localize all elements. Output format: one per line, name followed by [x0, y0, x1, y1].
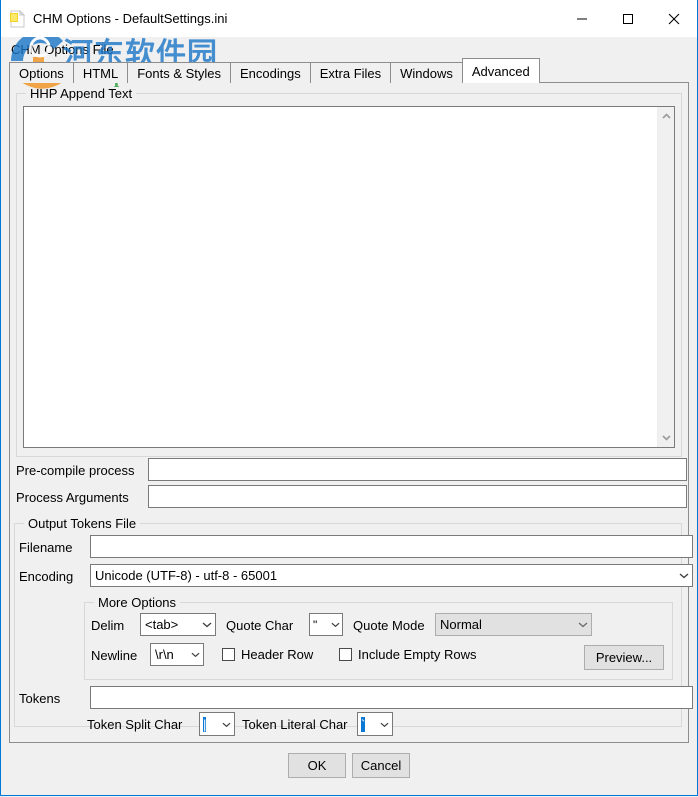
- tab-windows[interactable]: Windows: [390, 62, 463, 83]
- close-button[interactable]: [651, 0, 697, 37]
- chm-document-icon: [9, 9, 27, 28]
- quote-mode-combobox[interactable]: Normal: [435, 613, 592, 636]
- client-area: CHM Options File 河东软件园 www.pc0359.cn Opt…: [1, 31, 697, 795]
- filename-label: Filename: [19, 540, 73, 555]
- tab-strip: Options HTML Fonts & Styles Encodings Ex…: [9, 58, 689, 83]
- hhp-append-text-memo-container: [23, 106, 675, 448]
- tab-advanced[interactable]: Advanced: [461, 58, 540, 83]
- group-title-output-tokens: Output Tokens File: [24, 516, 141, 531]
- memo-vertical-scrollbar[interactable]: [657, 107, 674, 447]
- group-output-tokens-file: Output Tokens File Filename Encoding Uni…: [14, 516, 693, 727]
- newline-value: \r\n: [155, 647, 174, 662]
- tab-label: Windows: [400, 65, 453, 81]
- chevron-down-icon[interactable]: [188, 651, 203, 658]
- chevron-down-icon[interactable]: [198, 621, 215, 628]
- filename-input[interactable]: [90, 535, 693, 558]
- group-more-options: More Options Delim <tab> Quote Char " Qu…: [84, 595, 673, 680]
- process-arguments-label: Process Arguments: [16, 490, 129, 505]
- chevron-down-icon[interactable]: [658, 429, 675, 446]
- delim-value: <tab>: [145, 617, 179, 632]
- token-split-char-label: Token Split Char: [87, 717, 183, 732]
- preview-button[interactable]: Preview...: [584, 645, 664, 670]
- window-title: CHM Options - DefaultSettings.ini: [33, 11, 228, 26]
- token-split-char-value: |: [203, 716, 207, 732]
- tab-label: HTML: [82, 65, 119, 81]
- tab-label: Encodings: [240, 65, 301, 81]
- token-literal-char-value: `: [361, 716, 366, 732]
- hhp-append-text-memo[interactable]: [24, 107, 657, 447]
- token-literal-char-label: Token Literal Char: [242, 717, 348, 732]
- newline-combobox[interactable]: \r\n: [150, 643, 204, 666]
- cancel-button[interactable]: Cancel: [352, 753, 410, 778]
- precompile-process-input[interactable]: [148, 458, 687, 481]
- tab-label: Extra Files: [319, 65, 382, 81]
- tab-label: Fonts & Styles: [137, 65, 222, 81]
- tab-extra-files[interactable]: Extra Files: [309, 62, 392, 83]
- include-empty-rows-checkbox[interactable]: [339, 648, 352, 661]
- encoding-label: Encoding: [19, 569, 74, 584]
- header-row-label: Header Row: [241, 647, 314, 662]
- newline-label: Newline: [91, 648, 138, 663]
- group-title-hhp: HHP Append Text: [26, 86, 137, 101]
- header-row-checkbox[interactable]: [222, 648, 235, 661]
- chevron-down-icon[interactable]: [675, 572, 692, 579]
- tab-fonts-styles[interactable]: Fonts & Styles: [127, 62, 232, 83]
- ok-button[interactable]: OK: [288, 753, 346, 778]
- tokens-label: Tokens: [19, 691, 61, 706]
- delim-label: Delim: [91, 618, 125, 633]
- quote-char-label: Quote Char: [226, 618, 294, 633]
- include-empty-rows-checkbox-row[interactable]: Include Empty Rows: [339, 647, 477, 662]
- tokens-input[interactable]: [90, 686, 693, 709]
- group-title-more-options: More Options: [94, 595, 181, 610]
- chevron-down-icon[interactable]: [328, 621, 342, 628]
- token-split-char-combobox[interactable]: |: [199, 712, 235, 736]
- quote-mode-label: Quote Mode: [353, 618, 425, 633]
- chevron-up-icon[interactable]: [658, 108, 675, 125]
- quote-mode-value: Normal: [440, 617, 482, 632]
- tab-label: Options: [19, 65, 64, 81]
- tab-page-advanced: HHP Append Text Pre-compile process Proc…: [9, 82, 693, 743]
- maximize-button[interactable]: [605, 0, 651, 37]
- encoding-combobox[interactable]: Unicode (UTF-8) - utf-8 - 65001: [90, 564, 693, 587]
- process-arguments-input[interactable]: [148, 485, 687, 508]
- tab-encodings[interactable]: Encodings: [230, 62, 311, 83]
- quote-char-value: ": [313, 617, 318, 632]
- group-hhp-append-text: HHP Append Text: [16, 86, 682, 457]
- tab-options[interactable]: Options: [9, 62, 74, 83]
- minimize-button[interactable]: [559, 0, 605, 37]
- title-bar[interactable]: CHM Options - DefaultSettings.ini: [0, 0, 698, 37]
- dialog-footer: OK Cancel: [1, 743, 697, 795]
- include-empty-rows-label: Include Empty Rows: [358, 647, 477, 662]
- quote-char-combobox[interactable]: ": [309, 613, 343, 636]
- token-literal-char-combobox[interactable]: `: [357, 712, 393, 736]
- chevron-down-icon[interactable]: [574, 621, 591, 628]
- window-subtitle: CHM Options File: [11, 42, 114, 57]
- header-row-checkbox-row[interactable]: Header Row: [222, 647, 313, 662]
- chevron-down-icon[interactable]: [218, 721, 234, 728]
- tab-label: Advanced: [471, 63, 530, 79]
- delim-combobox[interactable]: <tab>: [140, 613, 216, 636]
- encoding-value: Unicode (UTF-8) - utf-8 - 65001: [95, 568, 278, 583]
- precompile-process-label: Pre-compile process: [16, 463, 135, 478]
- tab-html[interactable]: HTML: [72, 62, 129, 83]
- chevron-down-icon[interactable]: [376, 721, 392, 728]
- title-bar-left: CHM Options - DefaultSettings.ini: [1, 0, 559, 37]
